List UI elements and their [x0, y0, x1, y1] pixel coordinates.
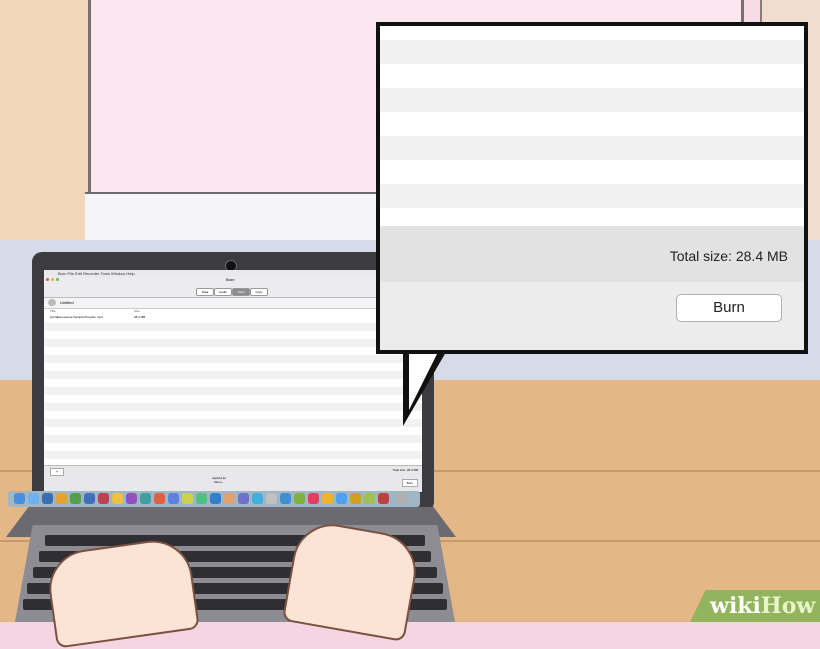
table-row[interactable]: printable-resume Sample-Program.mp4 28.4… [44, 315, 422, 321]
tab-data[interactable]: Data [196, 288, 214, 296]
list-row [380, 88, 804, 112]
app-icon[interactable] [364, 493, 375, 504]
app-icon[interactable] [196, 493, 207, 504]
app-icon[interactable] [252, 493, 263, 504]
callout-status-area: Total size: 28.4 MB [380, 226, 804, 350]
burn-button-small[interactable]: Burn [402, 479, 418, 487]
app-icon[interactable] [210, 493, 221, 504]
burn-toolbar: Burn Data Audio Video Copy [44, 277, 422, 298]
app-icon[interactable] [350, 493, 361, 504]
app-icon[interactable] [322, 493, 333, 504]
file-name: printable-resume Sample-Program.mp4 [50, 315, 103, 319]
tab-video[interactable]: Video [232, 288, 250, 296]
app-icon[interactable] [294, 493, 305, 504]
minimize-dot-icon[interactable] [51, 278, 54, 281]
window-title: Burn [226, 277, 235, 282]
app-icon[interactable] [140, 493, 151, 504]
dock [8, 491, 420, 507]
disc-header: Untitled [44, 298, 422, 309]
trash-icon[interactable] [396, 493, 407, 504]
total-size-small: Total size: 28.4 MB [392, 468, 418, 472]
list-row [44, 435, 422, 443]
logo-wiki: wiki [710, 593, 761, 619]
add-file-button[interactable]: + [50, 468, 64, 476]
app-icon[interactable] [56, 493, 67, 504]
app-icon[interactable] [336, 493, 347, 504]
list-row [44, 419, 422, 427]
menu-status: Applied for Menu... [212, 476, 227, 484]
zoom-dot-icon[interactable] [56, 278, 59, 281]
menu-bar: Burn File Edit Recorder Tools Window Hel… [44, 270, 422, 277]
app-icon[interactable] [238, 493, 249, 504]
list-row [44, 339, 422, 347]
app-icon[interactable] [112, 493, 123, 504]
app-icon[interactable] [266, 493, 277, 504]
logo-how: How [760, 593, 816, 619]
close-dot-icon[interactable] [46, 278, 49, 281]
app-icon[interactable] [168, 493, 179, 504]
column-title[interactable]: Title [50, 309, 56, 313]
status-bar: + Applied for Menu... Total size: 28.4 M… [44, 465, 422, 492]
list-row [44, 403, 422, 411]
file-size: 28.4 MB [134, 315, 146, 319]
total-size-label: Total size: 28.4 MB [669, 248, 788, 264]
menu-items[interactable]: Burn File Edit Recorder Tools Window Hel… [58, 271, 135, 276]
laptop-screen: Burn File Edit Recorder Tools Window Hel… [44, 270, 422, 492]
app-icon[interactable] [84, 493, 95, 504]
app-icon[interactable] [28, 493, 39, 504]
list-row [44, 451, 422, 459]
app-icon[interactable] [224, 493, 235, 504]
zoom-callout: Total size: 28.4 MB Burn [376, 22, 808, 354]
list-row [380, 136, 804, 160]
tab-copy[interactable]: Copy [250, 288, 268, 296]
column-size[interactable]: Size [134, 309, 140, 313]
app-icon[interactable] [42, 493, 53, 504]
list-row [44, 387, 422, 395]
finder-icon[interactable] [14, 493, 25, 504]
tab-audio[interactable]: Audio [214, 288, 232, 296]
burn-button[interactable]: Burn [676, 294, 782, 322]
app-icon[interactable] [154, 493, 165, 504]
app-icon[interactable] [70, 493, 81, 504]
app-icon[interactable] [126, 493, 137, 504]
app-icon[interactable] [182, 493, 193, 504]
app-icon[interactable] [308, 493, 319, 504]
wikihow-logo: wikiHow [710, 593, 815, 619]
list-row [380, 184, 804, 208]
list-row [44, 371, 422, 379]
app-icon[interactable] [378, 493, 389, 504]
app-icon[interactable] [98, 493, 109, 504]
disc-name[interactable]: Untitled [60, 300, 74, 305]
app-icon[interactable] [280, 493, 291, 504]
list-row [44, 323, 422, 331]
list-row [44, 355, 422, 363]
list-row [380, 40, 804, 64]
disc-icon [48, 299, 56, 306]
